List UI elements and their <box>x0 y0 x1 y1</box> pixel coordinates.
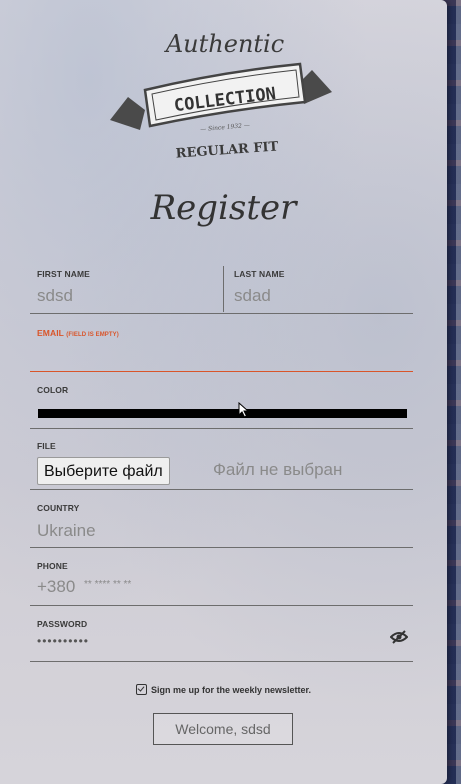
register-card: Authentic COLLECTION — Since 1932 — REGU… <box>0 0 447 784</box>
country-label: COUNTRY <box>37 503 80 513</box>
phone-label: PHONE <box>37 561 68 571</box>
color-picker-input[interactable] <box>38 409 407 418</box>
svg-text:— Since 1932 —: — Since 1932 — <box>200 122 250 133</box>
color-field: COLOR <box>30 380 413 429</box>
newsletter-checkbox[interactable] <box>135 684 147 695</box>
newsletter-checkbox-row[interactable]: Sign me up for the weekly newsletter. <box>0 684 447 695</box>
first-name-input[interactable]: sdsd <box>37 286 73 306</box>
authentic-collection-logo: Authentic COLLECTION — Since 1932 — REGU… <box>110 30 332 162</box>
phone-field[interactable]: PHONE +380 ** **** ** ** <box>30 555 413 606</box>
first-name-label: FIRST NAME <box>37 269 90 279</box>
country-input[interactable]: Ukraine <box>37 521 96 541</box>
password-input[interactable]: •••••••••• <box>37 634 89 648</box>
page-title: Register <box>150 188 297 228</box>
email-label-text: EMAIL <box>37 328 64 338</box>
file-label: FILE <box>37 441 56 451</box>
newsletter-label: Sign me up for the weekly newsletter. <box>150 685 312 695</box>
country-field[interactable]: COUNTRY Ukraine <box>30 497 413 548</box>
choose-file-button[interactable]: Выберите файл <box>37 457 170 485</box>
toggle-password-visibility-icon[interactable] <box>390 630 408 644</box>
file-status-text: Файл не выбран <box>213 460 343 479</box>
phone-input[interactable]: +380 ** **** ** ** <box>37 577 131 597</box>
password-label: PASSWORD <box>37 619 88 629</box>
color-label: COLOR <box>37 385 69 395</box>
last-name-input[interactable]: sdad <box>234 286 271 306</box>
svg-text:Authentic: Authentic <box>164 30 284 58</box>
email-error-text: (FIELD IS EMPTY) <box>66 332 119 338</box>
email-label: EMAIL (FIELD IS EMPTY) <box>37 328 119 338</box>
mouse-cursor-icon <box>238 402 250 418</box>
last-name-label: LAST NAME <box>234 269 285 279</box>
name-fields-row: FIRST NAME sdsd LAST NAME sdad <box>30 262 413 314</box>
password-field[interactable]: PASSWORD •••••••••• <box>30 614 413 662</box>
phone-prefix: +380 <box>37 577 76 596</box>
email-field[interactable]: EMAIL (FIELD IS EMPTY) <box>30 322 413 372</box>
svg-text:REGULAR FIT: REGULAR FIT <box>175 139 279 161</box>
name-divider <box>223 266 224 312</box>
welcome-button[interactable]: Welcome, sdsd <box>153 713 293 745</box>
phone-mask: ** **** ** ** <box>84 579 132 590</box>
